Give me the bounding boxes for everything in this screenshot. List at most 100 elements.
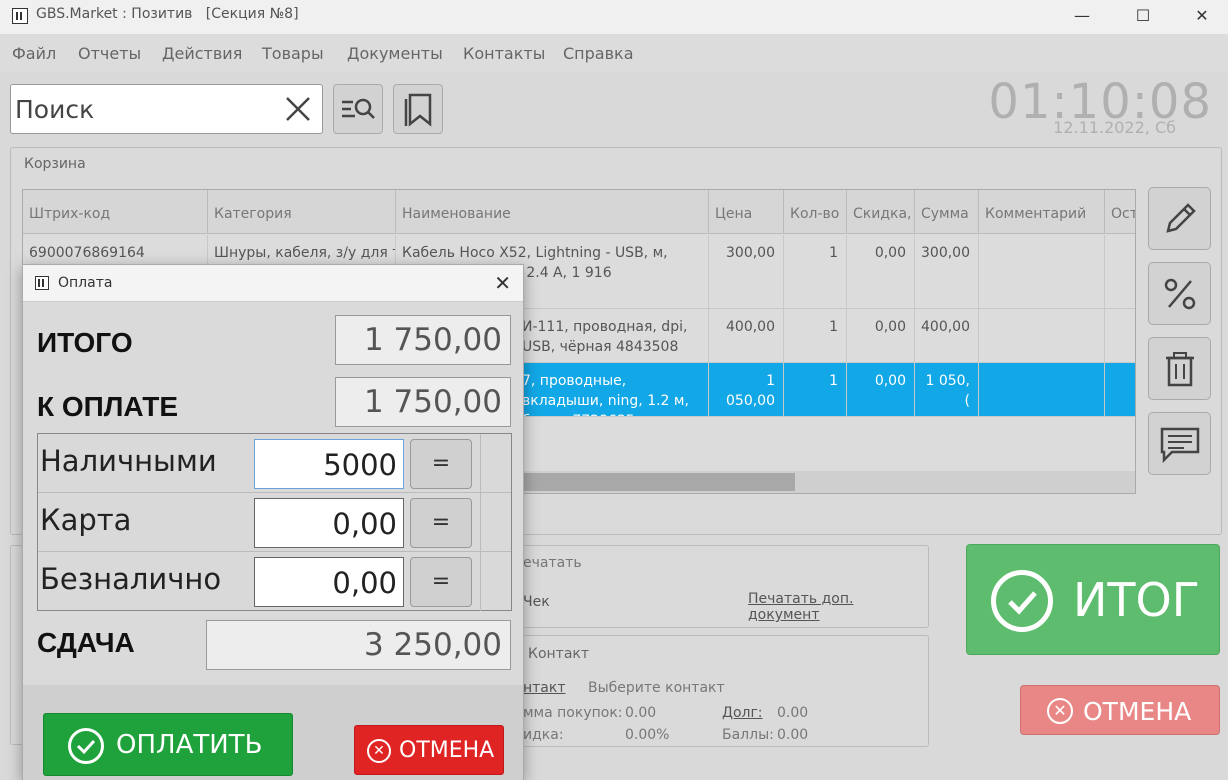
cell-discount: 0,00 bbox=[847, 363, 915, 416]
app-title: GBS.Market : Позитив bbox=[36, 6, 193, 22]
cashless-fill-button[interactable]: = bbox=[410, 557, 472, 607]
total-button[interactable]: ИТОГ bbox=[966, 544, 1220, 655]
col-category[interactable]: Категория bbox=[208, 190, 396, 234]
change-value: 3 250,00 bbox=[206, 620, 511, 670]
points-value: 0.00 bbox=[777, 727, 809, 743]
print-check-option[interactable]: Чек bbox=[523, 594, 550, 610]
search-input[interactable] bbox=[15, 91, 275, 127]
app-icon bbox=[12, 8, 28, 24]
divider bbox=[480, 493, 481, 552]
cell-discount: 0,00 bbox=[847, 235, 915, 308]
cell-comment bbox=[979, 235, 1105, 308]
total-button-label: ИТОГ bbox=[1073, 573, 1200, 627]
menu-help[interactable]: Справка bbox=[563, 44, 634, 63]
discount-label: идка: bbox=[523, 727, 564, 743]
card-label: Карта bbox=[40, 503, 132, 537]
cell-comment bbox=[979, 363, 1105, 416]
to-pay-label: К ОПЛАТЕ bbox=[37, 391, 179, 422]
close-window-button[interactable]: ✕ bbox=[1182, 4, 1222, 28]
contact-link[interactable]: нтакт bbox=[523, 680, 566, 696]
cashless-label: Безналично bbox=[40, 562, 222, 596]
cash-fill-button[interactable]: = bbox=[410, 439, 472, 489]
comment-icon bbox=[1160, 427, 1199, 463]
contact-title: Контакт bbox=[528, 646, 590, 662]
discount-button[interactable] bbox=[1148, 262, 1211, 325]
cell-sum: 1 050,( bbox=[915, 363, 979, 416]
print-panel: ечатать Чек Печатать доп. документ bbox=[505, 545, 929, 628]
itogo-value: 1 750,00 bbox=[335, 315, 511, 365]
pencil-icon bbox=[1165, 202, 1196, 233]
bookmarks-button[interactable] bbox=[393, 84, 443, 134]
divider bbox=[480, 552, 481, 611]
cell-qty: 1 bbox=[784, 235, 847, 308]
print-extra-doc-link[interactable]: Печатать доп. документ bbox=[748, 591, 928, 623]
col-comment[interactable]: Комментарий bbox=[979, 190, 1105, 234]
scrollbar-thumb[interactable] bbox=[523, 473, 795, 491]
points-label: Баллы: bbox=[722, 727, 774, 743]
maximize-button[interactable]: ☐ bbox=[1123, 4, 1163, 28]
col-sum[interactable]: Сумма bbox=[915, 190, 979, 234]
window-title: GBS.Market : Позитив [Секция №8] bbox=[36, 6, 299, 22]
payment-dialog: Оплата ✕ ИТОГО 1 750,00 К ОПЛАТЕ 1 750,0… bbox=[22, 264, 524, 780]
delete-button[interactable] bbox=[1148, 337, 1211, 400]
clear-icon[interactable] bbox=[282, 93, 314, 125]
print-title: ечатать bbox=[523, 555, 582, 571]
clock-date: 12.11.2022, Сб bbox=[1053, 118, 1176, 137]
menu-reports[interactable]: Отчеты bbox=[78, 44, 141, 63]
payment-methods-table: Наличными 5000 = Карта 0,00 = Безналично… bbox=[37, 433, 512, 611]
payment-row-cash: Наличными 5000 = bbox=[38, 434, 511, 493]
menu-file[interactable]: Файл bbox=[12, 44, 56, 63]
col-stock[interactable]: Ост bbox=[1105, 190, 1135, 234]
dialog-close-icon[interactable]: ✕ bbox=[494, 271, 511, 295]
pay-button-label: ОПЛАТИТЬ bbox=[116, 730, 263, 760]
col-discount[interactable]: Скидка, bbox=[847, 190, 915, 234]
cell-qty: 1 bbox=[784, 309, 847, 362]
menu-contacts[interactable]: Контакты bbox=[463, 44, 545, 63]
edit-button[interactable] bbox=[1148, 187, 1211, 250]
section-label: [Секция №8] bbox=[205, 6, 299, 22]
menu-goods[interactable]: Товары bbox=[262, 44, 324, 63]
divider bbox=[480, 434, 481, 493]
card-input[interactable]: 0,00 bbox=[254, 498, 404, 548]
cart-title: Корзина bbox=[24, 156, 86, 172]
dialog-cancel-label: ОТМЕНА bbox=[399, 738, 495, 763]
search-list-icon bbox=[342, 98, 375, 119]
cell-comment bbox=[979, 309, 1105, 362]
col-name[interactable]: Наименование bbox=[396, 190, 709, 234]
minimize-button[interactable]: — bbox=[1062, 4, 1102, 28]
percent-icon bbox=[1164, 278, 1195, 309]
pay-button[interactable]: ОПЛАТИТЬ bbox=[43, 713, 293, 776]
purchases-label: мма покупок: bbox=[523, 705, 623, 721]
menu-actions[interactable]: Действия bbox=[162, 44, 242, 63]
cashless-input[interactable]: 0,00 bbox=[254, 557, 404, 607]
cell-qty: 1 bbox=[784, 363, 847, 416]
dialog-cancel-button[interactable]: ✕ ОТМЕНА bbox=[354, 725, 504, 775]
cancel-circle-icon: ✕ bbox=[367, 739, 391, 763]
check-circle-icon bbox=[68, 728, 104, 764]
payment-row-cashless: Безналично 0,00 = bbox=[38, 552, 511, 611]
col-qty[interactable]: Кол-во bbox=[784, 190, 847, 234]
cash-input[interactable]: 5000 bbox=[254, 439, 404, 489]
cancel-main-button[interactable]: ✕ ОТМЕНА bbox=[1020, 685, 1220, 735]
check-circle-icon bbox=[991, 570, 1053, 632]
cell-sum: 400,00 bbox=[915, 309, 979, 362]
debt-label[interactable]: Долг: bbox=[722, 705, 763, 721]
dialog-titlebar: Оплата ✕ bbox=[23, 265, 523, 302]
itogo-label: ИТОГО bbox=[37, 327, 133, 358]
bookmarks-icon bbox=[404, 93, 432, 127]
search-list-button[interactable] bbox=[333, 84, 383, 134]
window-titlebar: GBS.Market : Позитив [Секция №8] — ☐ ✕ bbox=[0, 0, 1228, 34]
col-barcode[interactable]: Штрих-код bbox=[23, 190, 208, 234]
menu-documents[interactable]: Документы bbox=[347, 44, 443, 63]
col-price[interactable]: Цена bbox=[709, 190, 784, 234]
discount-value: 0.00% bbox=[625, 727, 670, 743]
trash-icon bbox=[1165, 351, 1194, 386]
cash-label: Наличными bbox=[40, 444, 217, 478]
cell-price: 1 050,00 bbox=[709, 363, 784, 416]
menubar: Файл Отчеты Действия Товары Документы Ко… bbox=[0, 34, 1228, 72]
card-fill-button[interactable]: = bbox=[410, 498, 472, 548]
cart-grid-header: Штрих-код Категория Наименование Цена Ко… bbox=[23, 190, 1135, 234]
comment-button[interactable] bbox=[1148, 412, 1211, 475]
dialog-footer: ОПЛАТИТЬ ✕ ОТМЕНА bbox=[23, 685, 523, 780]
choose-contact[interactable]: Выберите контакт bbox=[588, 680, 725, 696]
